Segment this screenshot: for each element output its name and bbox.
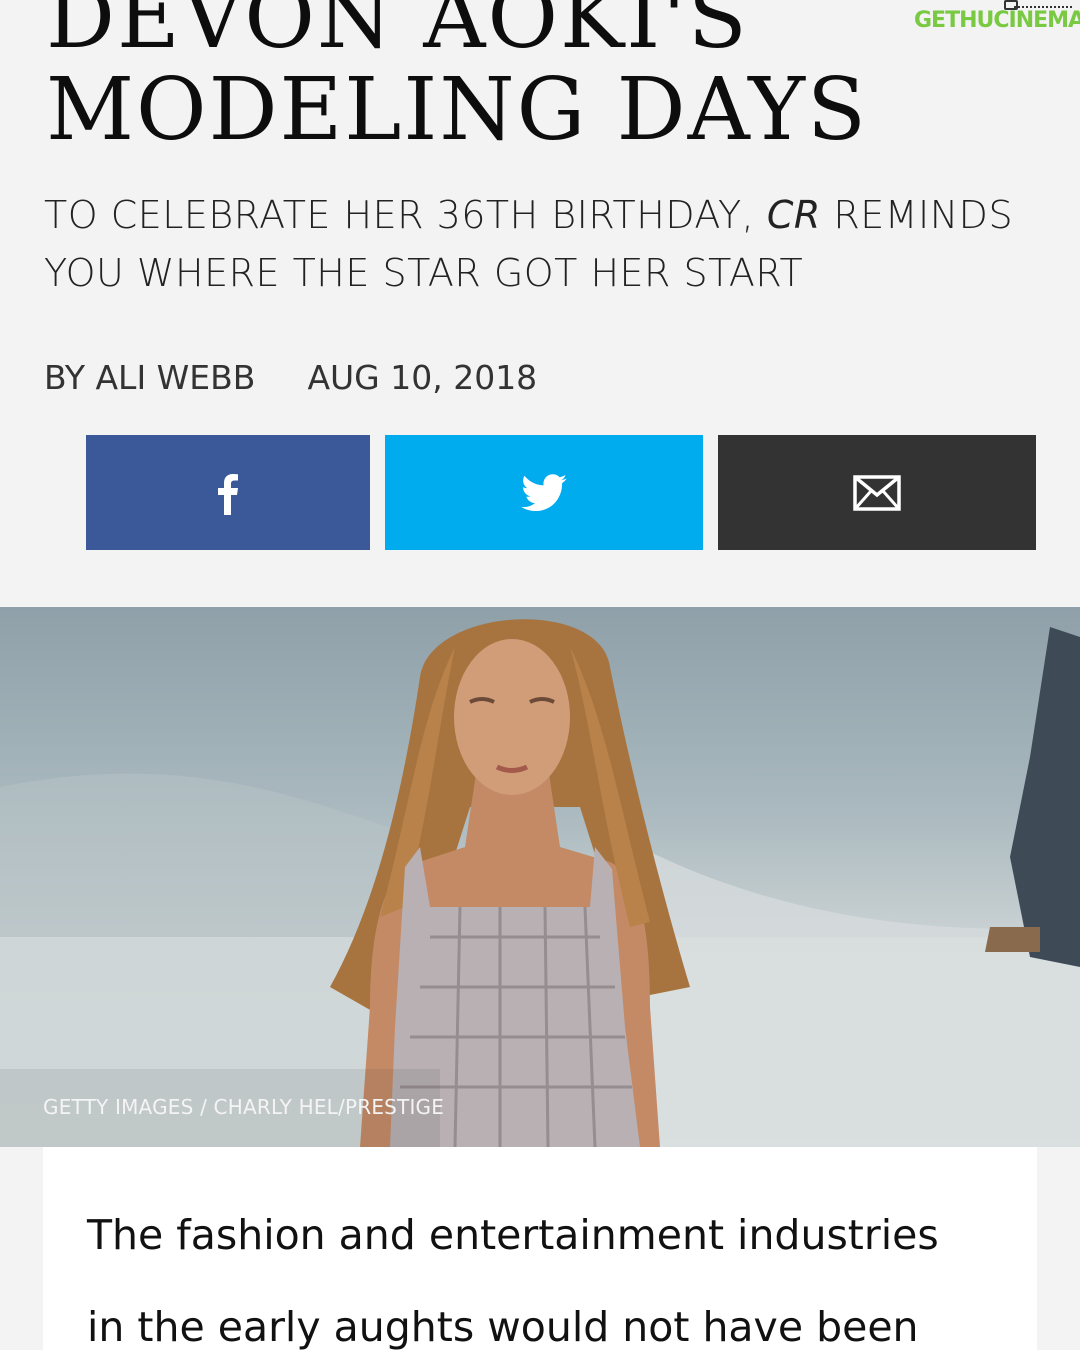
subtitle-text-b: REMINDS [820, 193, 1014, 237]
article-subtitle: TO CELEBRATE HER 36TH BIRTHDAY, CR REMIN… [44, 186, 1044, 302]
body-line-1: The fashion and entertainment industries [87, 1211, 939, 1259]
share-facebook-button[interactable] [86, 435, 370, 550]
facebook-icon [218, 473, 238, 515]
share-twitter-button[interactable] [385, 435, 703, 550]
headline-line-2: MODELING DAYS [46, 60, 868, 160]
author-link[interactable]: BY ALI WEBB [44, 358, 255, 397]
runway-photo-illustration [0, 619, 1080, 1147]
subtitle-publication: CR [766, 193, 821, 237]
share-email-button[interactable] [718, 435, 1036, 550]
subtitle-line-2: YOU WHERE THE STAR GOT HER START [44, 251, 804, 295]
article-headline: DEVON AOKI'S MODELING DAYS [46, 0, 946, 156]
article-body-card: The fashion and entertainment industries… [43, 1147, 1037, 1350]
article-body-text: The fashion and entertainment industries… [87, 1189, 1007, 1350]
subtitle-text-a: TO CELEBRATE HER 36TH BIRTHDAY, [44, 193, 767, 237]
image-caption: GETTY IMAGES / CHARLY HEL/PRESTIGE [43, 1095, 445, 1119]
subtitle-line-1: TO CELEBRATE HER 36TH BIRTHDAY, CR REMIN… [44, 186, 1044, 244]
watermark-text-part2: CINEMA [993, 8, 1080, 33]
hero-image: GETTY IMAGES / CHARLY HEL/PRESTIGE [0, 607, 1080, 1147]
headline-line-1: DEVON AOKI'S [46, 0, 749, 68]
twitter-icon [521, 473, 567, 511]
publish-date: AUG 10, 2018 [307, 358, 538, 397]
article-byline: BY ALI WEBB AUG 10, 2018 [44, 358, 537, 397]
body-line-2: in the early aughts would not have been [87, 1303, 919, 1350]
email-icon [853, 474, 901, 511]
